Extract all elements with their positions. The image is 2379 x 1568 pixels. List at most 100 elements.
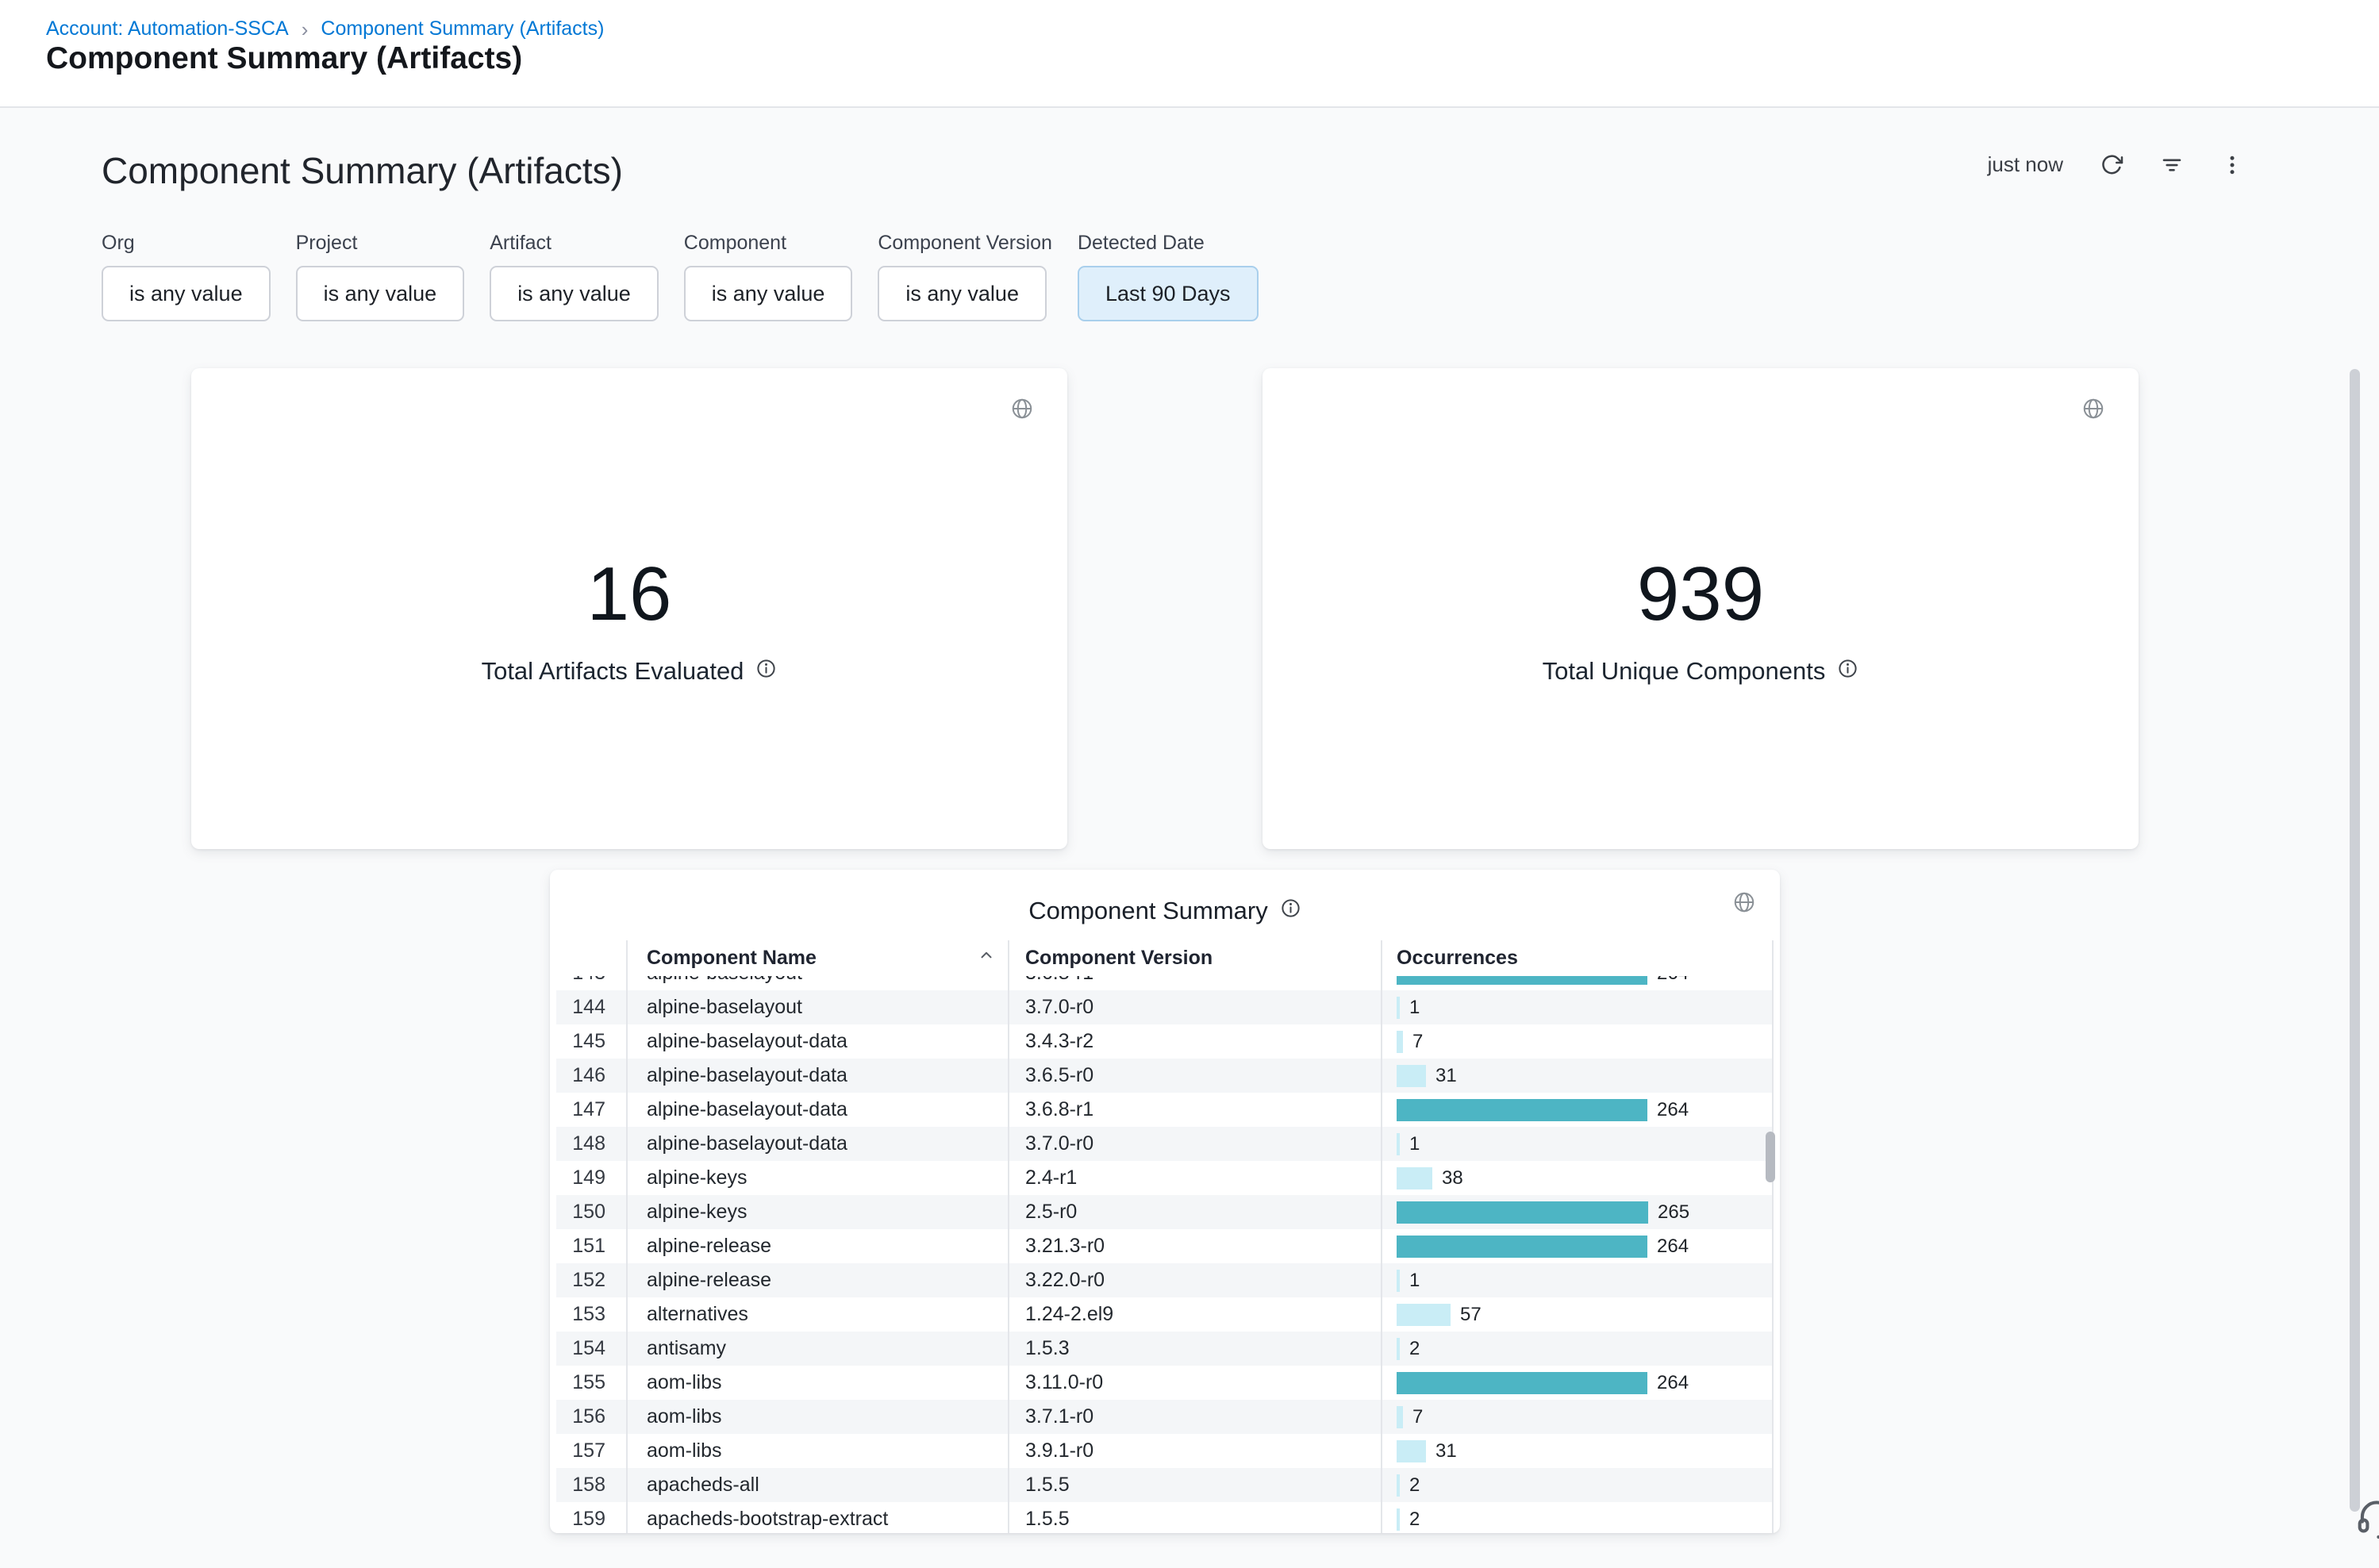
filter-value-button-component-version[interactable]: is any value — [878, 266, 1047, 321]
row-index: 144 — [556, 990, 626, 1024]
row-occurrences-label: 2 — [1409, 1338, 1420, 1360]
breadcrumb-page-link[interactable]: Component Summary (Artifacts) — [321, 17, 604, 40]
row-component-name: alternatives — [626, 1297, 1008, 1332]
table-row[interactable]: 158 apacheds-all 1.5.5 2 — [556, 1468, 1774, 1502]
table-row[interactable]: 151 alpine-release 3.21.3-r0 264 — [556, 1229, 1774, 1263]
occurrence-bar — [1397, 1338, 1400, 1360]
filter-label-component: Component — [684, 232, 853, 255]
table-row[interactable]: 143 alpine-baselayout 3.6.8-r1 264 — [556, 976, 1774, 990]
row-component-name: alpine-baselayout-data — [626, 1024, 1008, 1059]
occurrence-bar — [1397, 1236, 1647, 1258]
row-component-version: 2.4-r1 — [1008, 1161, 1381, 1195]
info-icon[interactable] — [1280, 897, 1301, 925]
filter-group-component-version: Component Version is any value — [878, 232, 1052, 321]
row-index: 156 — [556, 1400, 626, 1434]
table-row[interactable]: 155 aom-libs 3.11.0-r0 264 — [556, 1366, 1774, 1400]
screen: Account: Automation-SSCA › Component Sum… — [0, 0, 2379, 1568]
globe-icon[interactable] — [2081, 397, 2105, 425]
row-occurrences-label: 264 — [1657, 1372, 1689, 1394]
table-row[interactable]: 150 alpine-keys 2.5-r0 265 — [556, 1195, 1774, 1229]
row-component-name: alpine-baselayout-data — [626, 1059, 1008, 1093]
table-row[interactable]: 154 antisamy 1.5.3 2 — [556, 1332, 1774, 1366]
row-component-version: 3.11.0-r0 — [1008, 1366, 1381, 1400]
row-index: 149 — [556, 1161, 626, 1195]
column-header-label: Component Name — [647, 947, 817, 970]
breadcrumb-account-link[interactable]: Account: Automation-SSCA — [46, 17, 289, 40]
table-row[interactable]: 149 alpine-keys 2.4-r1 38 — [556, 1161, 1774, 1195]
row-occurrences-cell: 265 — [1381, 1195, 1774, 1229]
filter-value-button-artifact[interactable]: is any value — [490, 266, 659, 321]
row-occurrences-cell: 264 — [1381, 1366, 1774, 1400]
row-index: 158 — [556, 1468, 626, 1502]
info-icon[interactable] — [755, 657, 777, 686]
dashboard-title: Component Summary (Artifacts) — [102, 149, 623, 192]
filter-value-button-component[interactable]: is any value — [684, 266, 853, 321]
filter-value-button-detected-date[interactable]: Last 90 Days — [1078, 266, 1259, 321]
row-component-version: 3.6.8-r1 — [1008, 1093, 1381, 1127]
row-component-name: aom-libs — [626, 1434, 1008, 1468]
table-row[interactable]: 153 alternatives 1.24-2.el9 57 — [556, 1297, 1774, 1332]
column-header-index — [556, 940, 626, 976]
row-occurrences-label: 1 — [1409, 1270, 1420, 1292]
row-component-name: aom-libs — [626, 1366, 1008, 1400]
row-index: 153 — [556, 1297, 626, 1332]
row-occurrences-label: 7 — [1412, 1031, 1423, 1053]
tile-value: 16 — [191, 552, 1067, 636]
column-header-component-version[interactable]: Component Version — [1008, 940, 1381, 976]
filter-icon[interactable] — [2160, 153, 2184, 177]
row-occurrences-cell: 38 — [1381, 1161, 1774, 1195]
table-body-inner: 143 alpine-baselayout 3.6.8-r1 264 144 a… — [556, 976, 1774, 1533]
row-index: 159 — [556, 1502, 626, 1533]
filter-group-detected-date: Detected Date Last 90 Days — [1078, 232, 1259, 321]
row-occurrences-label: 264 — [1657, 1099, 1689, 1121]
help-icon[interactable] — [2354, 1496, 2379, 1546]
row-component-version: 3.21.3-r0 — [1008, 1229, 1381, 1263]
info-icon[interactable] — [1837, 657, 1858, 686]
row-index: 148 — [556, 1127, 626, 1161]
column-header-occurrences[interactable]: Occurrences — [1381, 940, 1774, 976]
filter-group-artifact: Artifact is any value — [490, 232, 659, 321]
table-row[interactable]: 145 alpine-baselayout-data 3.4.3-r2 7 — [556, 1024, 1774, 1059]
more-options-icon[interactable] — [2220, 153, 2244, 177]
row-occurrences-cell: 31 — [1381, 1059, 1774, 1093]
filter-label-detected-date: Detected Date — [1078, 232, 1259, 255]
tile-label: Total Unique Components — [1543, 657, 1826, 686]
filter-value-button-project[interactable]: is any value — [296, 266, 465, 321]
row-occurrences-cell: 264 — [1381, 1229, 1774, 1263]
tile-label: Total Artifacts Evaluated — [482, 657, 744, 686]
table-row[interactable]: 152 alpine-release 3.22.0-r0 1 — [556, 1263, 1774, 1297]
row-occurrences-cell: 2 — [1381, 1468, 1774, 1502]
top-header: Account: Automation-SSCA › Component Sum… — [0, 0, 2379, 108]
column-header-component-name[interactable]: Component Name — [626, 940, 1008, 976]
table-row[interactable]: 148 alpine-baselayout-data 3.7.0-r0 1 — [556, 1127, 1774, 1161]
row-occurrences-label: 7 — [1412, 1406, 1423, 1428]
row-occurrences-label: 31 — [1435, 1065, 1457, 1087]
row-occurrences-label: 264 — [1657, 976, 1689, 985]
page-scrollbar[interactable] — [2350, 369, 2360, 1512]
table-row[interactable]: 159 apacheds-bootstrap-extract 1.5.5 2 — [556, 1502, 1774, 1533]
row-index: 152 — [556, 1263, 626, 1297]
row-component-name: apacheds-all — [626, 1468, 1008, 1502]
occurrence-bar — [1397, 1406, 1403, 1428]
table-title: Component Summary — [1028, 897, 1268, 925]
dashboard-controls: just now — [1988, 152, 2244, 177]
row-index: 147 — [556, 1093, 626, 1127]
filter-value-button-org[interactable]: is any value — [102, 266, 271, 321]
row-component-version: 3.7.0-r0 — [1008, 990, 1381, 1024]
row-component-version: 1.24-2.el9 — [1008, 1297, 1381, 1332]
table-row[interactable]: 157 aom-libs 3.9.1-r0 31 — [556, 1434, 1774, 1468]
row-occurrences-label: 2 — [1409, 1508, 1420, 1531]
page-title: Component Summary (Artifacts) — [46, 41, 522, 76]
table-row[interactable]: 144 alpine-baselayout 3.7.0-r0 1 — [556, 990, 1774, 1024]
row-component-name: alpine-baselayout-data — [626, 1127, 1008, 1161]
globe-icon[interactable] — [1010, 397, 1034, 425]
table-row[interactable]: 156 aom-libs 3.7.1-r0 7 — [556, 1400, 1774, 1434]
row-index: 150 — [556, 1195, 626, 1229]
refresh-icon[interactable] — [2100, 153, 2123, 177]
row-occurrences-label: 1 — [1409, 1133, 1420, 1155]
table-row[interactable]: 146 alpine-baselayout-data 3.6.5-r0 31 — [556, 1059, 1774, 1093]
table-row[interactable]: 147 alpine-baselayout-data 3.6.8-r1 264 — [556, 1093, 1774, 1127]
occurrence-bar — [1397, 1304, 1451, 1326]
table-scrollbar[interactable] — [1766, 1132, 1775, 1182]
row-component-version: 1.5.5 — [1008, 1502, 1381, 1533]
